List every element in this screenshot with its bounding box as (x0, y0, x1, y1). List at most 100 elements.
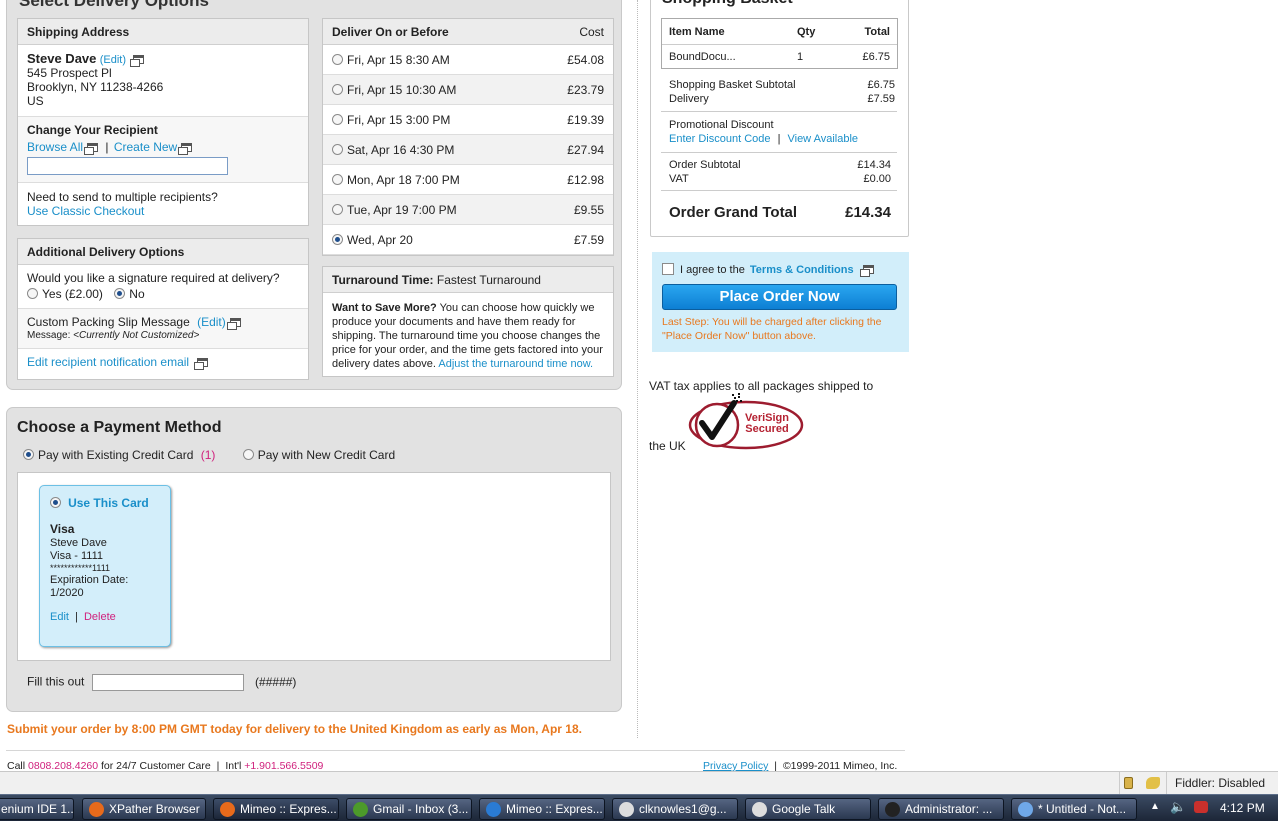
taskbar-button[interactable]: * Untitled - Not... (1011, 798, 1137, 820)
delivery-option-row[interactable]: Fri, Apr 15 10:30 AM £23.79 (323, 75, 613, 105)
packing-slip-edit-link[interactable]: (Edit) (197, 315, 226, 329)
system-clock[interactable]: 4:12 PM (1220, 801, 1265, 815)
taskbar-app-icon (885, 802, 900, 817)
signature-yes-radio[interactable] (27, 288, 38, 299)
taskbar-button[interactable]: Gmail - Inbox (3... (346, 798, 472, 820)
verisign-seal[interactable]: VeriSign Secured (688, 393, 804, 451)
taskbar-button[interactable]: XPather Browser (82, 798, 206, 820)
basket-item-name: BoundDocu... (669, 50, 736, 63)
delivery-option-row[interactable]: Fri, Apr 15 8:30 AM £54.08 (323, 45, 613, 75)
delivery-heading: Select Delivery Options (19, 0, 209, 10)
delivery-option-date-cell: Fri, Apr 15 3:00 PM (332, 113, 450, 127)
recipient-search-input[interactable] (27, 157, 228, 175)
divider (1166, 772, 1167, 794)
vat-note-line-1: VAT tax applies to all packages shipped … (649, 379, 874, 393)
change-recipient-section: Change Your Recipient Browse All | Creat… (18, 117, 308, 183)
use-card-label[interactable]: Use This Card (68, 496, 149, 510)
popup-window-icon[interactable] (226, 318, 241, 330)
address-line-3: US (27, 94, 44, 108)
delivery-option-radio[interactable] (332, 143, 343, 155)
fiddler-icon[interactable] (1146, 777, 1160, 789)
delivery-option-cost: £27.94 (567, 142, 604, 157)
popup-window-icon[interactable] (130, 55, 145, 67)
additional-delivery-header: Additional Delivery Options (18, 239, 308, 265)
turnaround-label: Turnaround Time: (332, 273, 434, 287)
delivery-option-date-cell: Sat, Apr 16 4:30 PM (332, 143, 454, 157)
new-card-radio[interactable] (242, 449, 254, 460)
edit-address-link[interactable]: (Edit) (100, 54, 126, 66)
agree-label: I agree to the (680, 264, 745, 276)
taskbar-button[interactable]: Mimeo :: Expres... (479, 798, 605, 820)
col-item-name: Item Name (669, 25, 725, 38)
promo-section: Promotional Discount Enter Discount Code… (669, 118, 858, 146)
delivery-dates-header: Deliver On or Before Cost (323, 19, 613, 45)
use-card-radio[interactable] (50, 497, 61, 508)
taskbar-app-icon (752, 802, 767, 817)
delivery-option-radio[interactable] (332, 233, 343, 245)
tray-expand-icon[interactable]: ▲ (1150, 801, 1160, 812)
address-section: Steve Dave (Edit) 545 Prospect Pl Brookl… (18, 45, 308, 117)
shipping-address-header: Shipping Address (18, 19, 308, 45)
taskbar-app-icon (89, 802, 104, 817)
divider (661, 152, 897, 153)
enter-discount-link[interactable]: Enter Discount Code (669, 133, 771, 145)
delivery-option-date: Mon, Apr 18 7:00 PM (347, 172, 460, 187)
delivery-dates-box: Deliver On or Before Cost Fri, Apr 15 8:… (322, 18, 614, 256)
signature-no-radio[interactable] (114, 288, 126, 299)
delivery-option-radio[interactable] (332, 83, 343, 95)
popup-window-icon[interactable] (194, 358, 209, 370)
delivery-option-row[interactable]: Wed, Apr 20 £7.59 (323, 225, 613, 255)
taskbar-button[interactable]: Google Talk (745, 798, 871, 820)
create-new-link[interactable]: Create New (114, 140, 177, 154)
view-available-link[interactable]: View Available (787, 133, 858, 145)
card-holder: Steve Dave (50, 537, 107, 549)
browse-all-link[interactable]: Browse All (27, 140, 83, 154)
network-alert-icon[interactable] (1194, 801, 1208, 813)
basket-items-table: Item Name Qty Total BoundDocu... 1 £6.75 (661, 18, 898, 69)
delete-card-link[interactable]: Delete (84, 611, 116, 623)
volume-icon[interactable]: 🔈 (1170, 799, 1186, 815)
delivery-option-row[interactable]: Tue, Apr 19 7:00 PM £9.55 (323, 195, 613, 225)
taskbar-button[interactable]: Mimeo :: Expres... (213, 798, 339, 820)
grand-total-row: Order Grand Total £14.34 (669, 204, 891, 221)
signature-question: Would you like a signature required at d… (27, 271, 280, 285)
delivery-option-radio[interactable] (332, 53, 343, 65)
delivery-option-radio[interactable] (332, 173, 343, 185)
edit-notification-email-link[interactable]: Edit recipient notification email (27, 355, 189, 369)
delivery-option-date-cell: Tue, Apr 19 7:00 PM (332, 203, 457, 217)
saved-card[interactable]: Use This Card Visa Steve Dave Visa - 111… (39, 485, 171, 647)
fill-this-out-row: Fill this out (#####) (27, 674, 296, 691)
adjust-turnaround-link[interactable]: Adjust the turnaround time now. (438, 358, 593, 370)
delivery-option-cost: £7.59 (573, 232, 604, 247)
terms-link[interactable]: Terms & Conditions (750, 264, 854, 276)
place-order-button[interactable]: Place Order Now (662, 284, 897, 310)
taskbar-app-icon (220, 802, 235, 817)
taskbar-button[interactable]: clknowles1@g... (612, 798, 738, 820)
popup-window-icon[interactable] (84, 143, 99, 155)
signature-section: Would you like a signature required at d… (18, 265, 308, 309)
popup-window-icon[interactable] (178, 143, 193, 155)
delivery-option-row[interactable]: Mon, Apr 18 7:00 PM £12.98 (323, 165, 613, 195)
delivery-option-radio[interactable] (332, 203, 343, 215)
separator: | (75, 611, 78, 623)
fiddler-status[interactable]: Fiddler: Disabled (1175, 776, 1265, 790)
popup-window-icon[interactable] (859, 265, 874, 277)
delivery-option-date-cell: Wed, Apr 20 (332, 233, 413, 247)
delivery-option-cost: £54.08 (567, 52, 604, 67)
taskbar-button[interactable]: Administrator: ... (878, 798, 1004, 820)
delivery-option-row[interactable]: Sat, Apr 16 4:30 PM £27.94 (323, 135, 613, 165)
agree-terms-checkbox[interactable] (662, 263, 674, 275)
basket-table-header: Item Name Qty Total (662, 19, 897, 45)
taskbar-button[interactable]: enium IDE 1.... (0, 798, 74, 820)
delivery-option-date: Fri, Apr 15 8:30 AM (347, 52, 450, 67)
classic-checkout-link[interactable]: Use Classic Checkout (27, 204, 144, 218)
order-totals: Order Subtotal £14.34 VAT £0.00 (669, 158, 891, 186)
fill-input[interactable] (91, 674, 244, 691)
message-label: Message: (27, 330, 71, 341)
last-step-notice: Last Step: You will be charged after cli… (662, 316, 882, 342)
shipping-address-box: Shipping Address Steve Dave (Edit) 545 P… (17, 18, 309, 226)
delivery-option-radio[interactable] (332, 113, 343, 125)
delivery-option-row[interactable]: Fri, Apr 15 3:00 PM £19.39 (323, 105, 613, 135)
edit-card-link[interactable]: Edit (50, 611, 69, 623)
existing-card-radio[interactable] (23, 449, 34, 460)
